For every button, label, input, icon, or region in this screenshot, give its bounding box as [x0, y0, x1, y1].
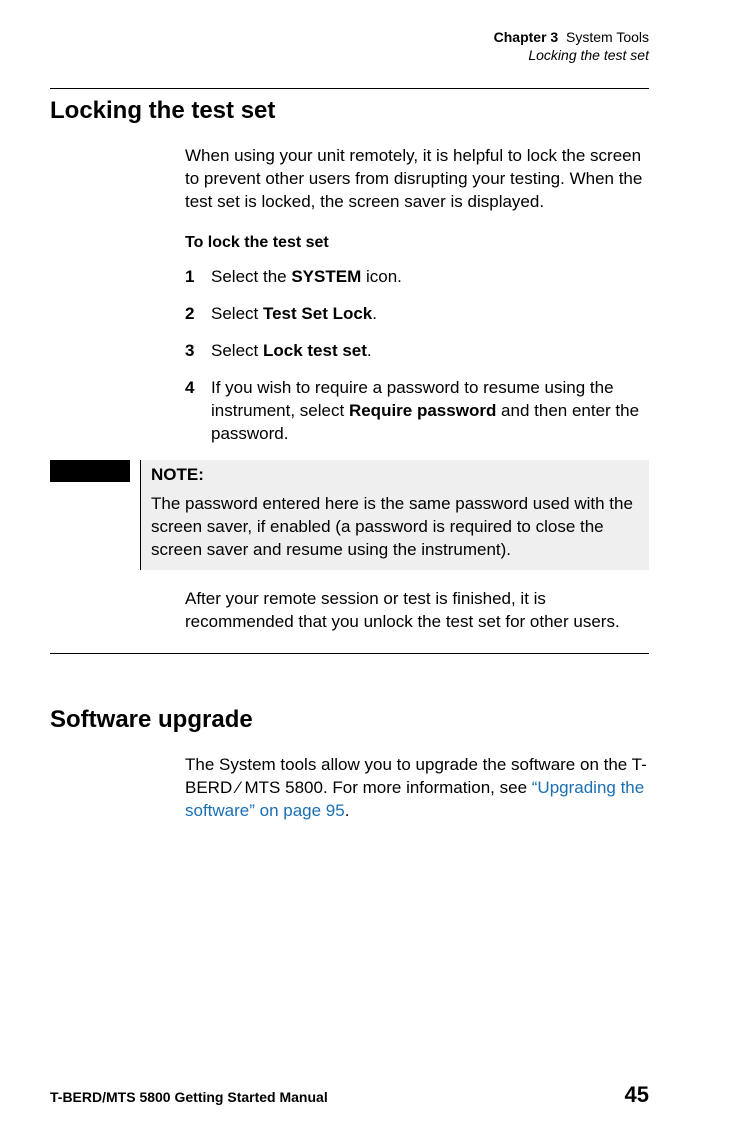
step-2: 2 Select Test Set Lock.	[185, 303, 649, 326]
section-heading-locking: Locking the test set	[50, 97, 649, 125]
chapter-label: Chapter 3	[494, 29, 559, 45]
section-heading-software-upgrade: Software upgrade	[50, 706, 649, 734]
subheading-to-lock: To lock the test set	[185, 234, 649, 252]
step-text: If you wish to require a password to res…	[211, 377, 649, 446]
software-upgrade-paragraph: The System tools allow you to upgrade th…	[185, 754, 649, 823]
header-section: Locking the test set	[50, 46, 649, 64]
step-number: 3	[185, 340, 211, 363]
page-header: Chapter 3 System Tools Locking the test …	[50, 28, 649, 64]
divider	[50, 653, 649, 654]
step-4: 4 If you wish to require a password to r…	[185, 377, 649, 446]
outro-paragraph: After your remote session or test is fin…	[185, 588, 649, 634]
step-text: Select Test Set Lock.	[211, 303, 649, 326]
intro-paragraph: When using your unit remotely, it is hel…	[185, 145, 649, 214]
step-number: 4	[185, 377, 211, 446]
note-box: NOTE: The password entered here is the s…	[140, 460, 649, 570]
note-bar-icon	[50, 460, 130, 482]
divider	[50, 88, 649, 89]
note-content: NOTE: The password entered here is the s…	[140, 460, 649, 570]
step-text: Select Lock test set.	[211, 340, 649, 363]
page-number: 45	[625, 1082, 649, 1108]
step-number: 1	[185, 266, 211, 289]
note-title: NOTE:	[151, 464, 639, 487]
note-text: The password entered here is the same pa…	[151, 493, 639, 562]
step-text: Select the SYSTEM icon.	[211, 266, 649, 289]
step-number: 2	[185, 303, 211, 326]
chapter-title: System Tools	[566, 29, 649, 45]
footer-manual-title: T-BERD/MTS 5800 Getting Started Manual	[50, 1089, 328, 1105]
step-1: 1 Select the SYSTEM icon.	[185, 266, 649, 289]
step-3: 3 Select Lock test set.	[185, 340, 649, 363]
page-footer: T-BERD/MTS 5800 Getting Started Manual 4…	[50, 1082, 649, 1108]
header-chapter: Chapter 3 System Tools	[50, 28, 649, 46]
